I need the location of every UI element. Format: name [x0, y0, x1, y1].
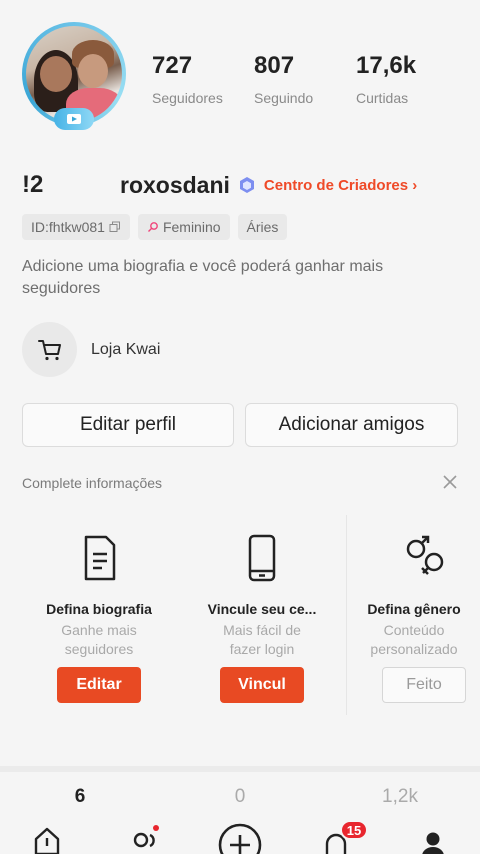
- gender-symbols-icon: [406, 535, 444, 575]
- cart-icon: [37, 339, 61, 360]
- content-tabs: 6 0 1,2k: [0, 786, 480, 808]
- edit-profile-button[interactable]: Editar perfil: [22, 403, 234, 447]
- likes-label: Curtidas: [356, 90, 409, 106]
- create-plus-icon[interactable]: [217, 822, 263, 854]
- gender-card: Defina gênero Conteúdo personalizado Fei…: [339, 515, 480, 715]
- tab-likes-count[interactable]: 1,2k: [320, 786, 480, 808]
- likes-stat[interactable]: 17,6k Curtidas: [356, 52, 416, 106]
- profile-tags: ID:fhtkw081 Feminino Áries: [22, 214, 288, 240]
- bio-card: Defina biografia Ganhe mais seguidores E…: [14, 515, 184, 715]
- video-icon: [54, 108, 94, 130]
- username: roxosdani: [120, 171, 230, 198]
- complete-info-title: Complete informações: [22, 475, 163, 491]
- likes-count: 17,6k: [356, 52, 417, 79]
- creator-badge-icon: [239, 177, 254, 193]
- section-separator: [0, 766, 480, 772]
- phone-card: Vincule seu ce... Mais fácil de fazer lo…: [177, 515, 347, 715]
- user-id-text: ID:fhtkw081: [31, 219, 105, 235]
- gender-card-subtitle: Conteúdo personalizado: [370, 622, 458, 657]
- followers-stat[interactable]: 727 Seguidores: [152, 52, 223, 106]
- name-row: !2 roxosdani Centro de Criadores ›: [22, 168, 462, 202]
- gender-text: Feminino: [162, 219, 221, 235]
- friends-icon[interactable]: [130, 832, 160, 854]
- gender-done-button[interactable]: Feito: [382, 667, 466, 703]
- zodiac-tag[interactable]: Áries: [237, 214, 288, 240]
- copy-icon: [109, 221, 120, 232]
- name-prefix: !2: [22, 171, 44, 198]
- following-stat[interactable]: 807 Seguindo: [254, 52, 313, 106]
- bio-card-subtitle: Ganhe mais seguidores: [61, 622, 137, 657]
- notification-badge: 15: [340, 820, 368, 840]
- link-phone-button[interactable]: Vincul: [220, 667, 304, 703]
- profile-icon[interactable]: [420, 830, 446, 854]
- edit-bio-button[interactable]: Editar: [57, 667, 141, 703]
- tab-private-count[interactable]: 0: [160, 786, 320, 808]
- bio-prompt[interactable]: Adicione uma biografia e você poderá gan…: [22, 256, 442, 300]
- kwai-shop-row[interactable]: Loja Kwai: [22, 322, 160, 377]
- bio-card-title: Defina biografia: [46, 601, 152, 617]
- gender-tag[interactable]: Feminino: [137, 214, 230, 240]
- profile-avatar[interactable]: [22, 22, 126, 130]
- zodiac-text: Áries: [246, 219, 279, 235]
- gender-card-title: Defina gênero: [367, 601, 461, 617]
- add-friends-button[interactable]: Adicionar amigos: [245, 403, 458, 447]
- followers-count: 727: [152, 52, 193, 79]
- shop-label: Loja Kwai: [91, 340, 161, 358]
- following-count: 807: [254, 52, 295, 79]
- user-id-tag[interactable]: ID:fhtkw081: [22, 214, 130, 240]
- home-icon[interactable]: [33, 826, 61, 854]
- friends-notification-dot: [153, 825, 159, 831]
- followers-label: Seguidores: [152, 90, 223, 106]
- tab-videos-count[interactable]: 6: [0, 786, 160, 808]
- female-icon: [147, 222, 158, 232]
- document-icon: [84, 535, 116, 581]
- phone-card-subtitle: Mais fácil de fazer login: [223, 622, 301, 657]
- phone-card-title: Vincule seu ce...: [207, 601, 317, 617]
- shop-icon-circle: [22, 322, 77, 377]
- close-icon[interactable]: [442, 474, 458, 490]
- creator-center-link[interactable]: Centro de Criadores ›: [264, 177, 417, 194]
- phone-icon: [248, 534, 276, 582]
- following-label: Seguindo: [254, 90, 314, 106]
